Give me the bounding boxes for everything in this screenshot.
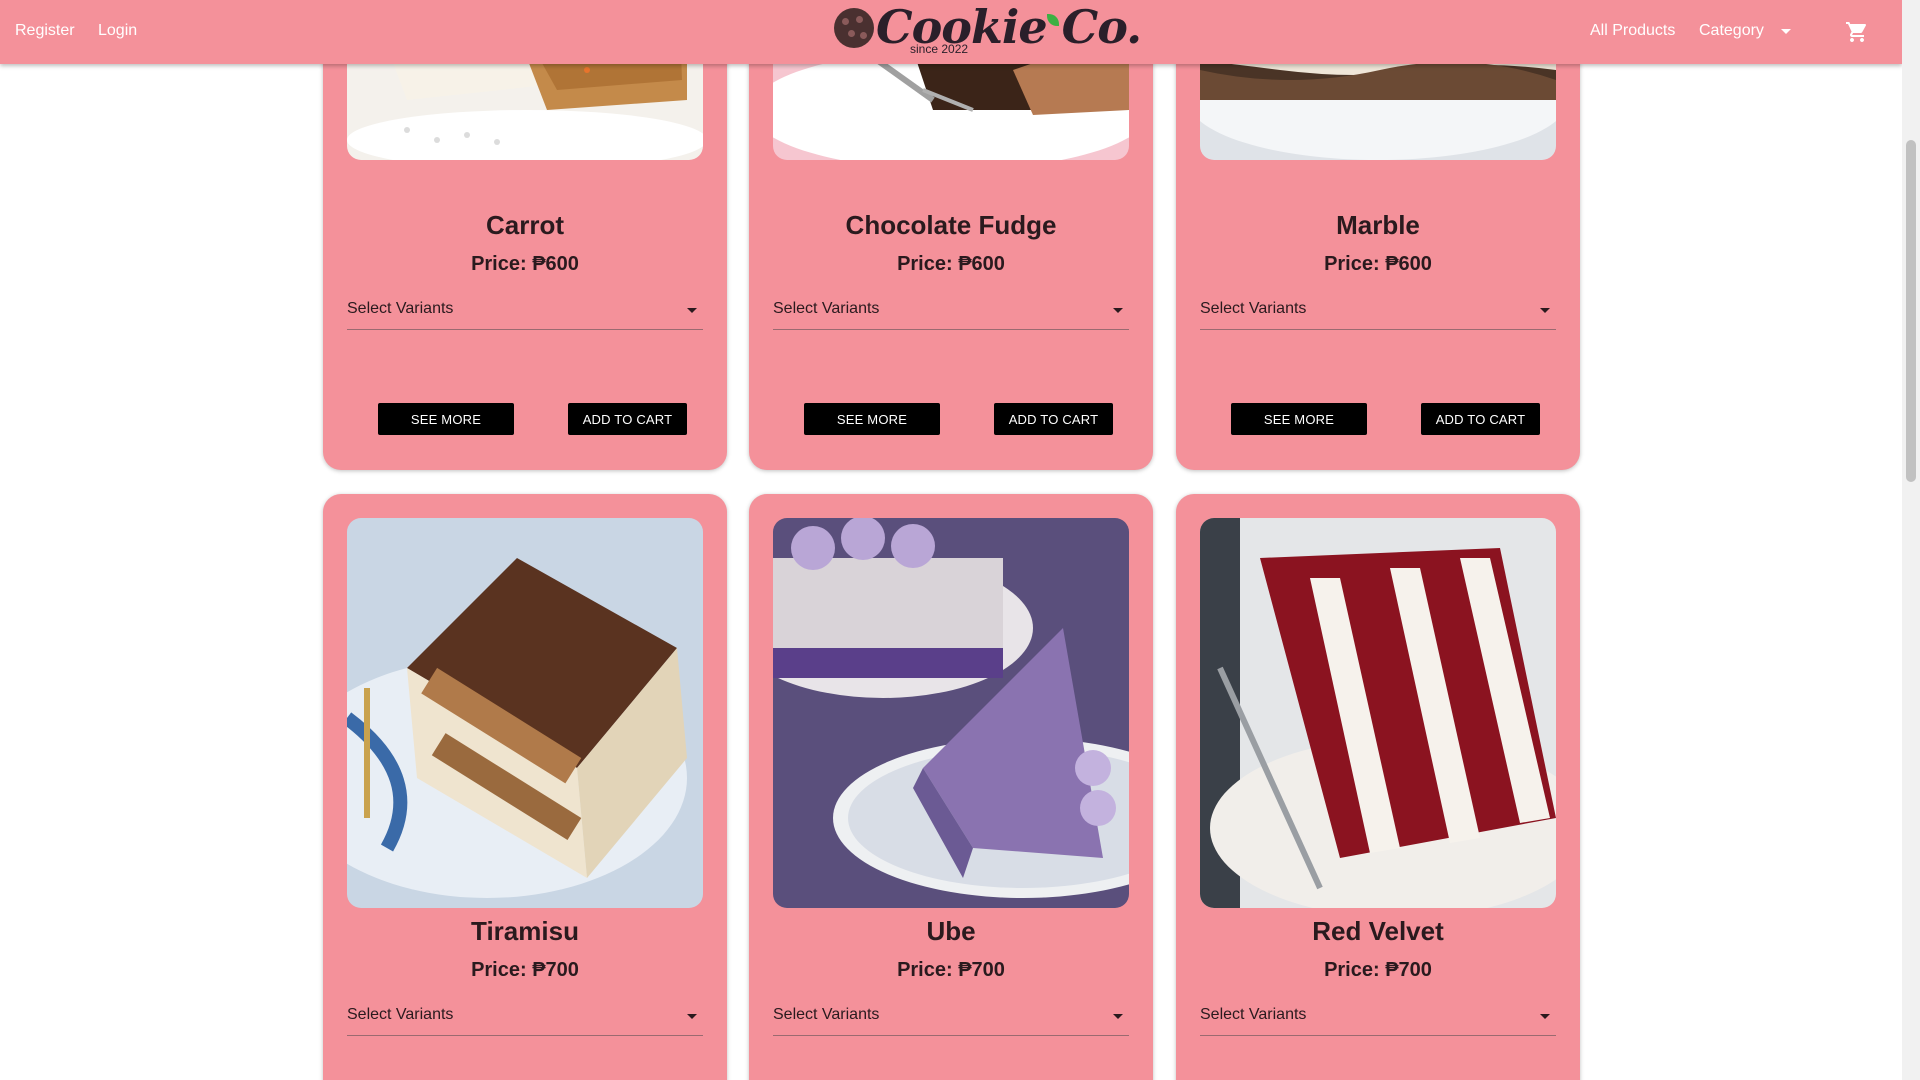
product-card-carrot: Carrot Price: ₱600 Select Variants SEE M… [323, 0, 727, 470]
scrollbar-thumb[interactable] [1906, 140, 1916, 482]
variant-select[interactable]: Select Variants [773, 996, 1129, 1036]
variant-select[interactable]: Select Variants [1200, 996, 1556, 1036]
cookie-icon [834, 8, 874, 48]
register-link[interactable]: Register [15, 22, 75, 40]
chevron-down-icon [687, 1014, 697, 1019]
all-products-link[interactable]: All Products [1590, 22, 1675, 40]
variant-placeholder: Select Variants [347, 300, 454, 317]
top-navbar: Register Login Cookie Co. since 2022 All… [0, 0, 1902, 64]
shopping-cart-icon[interactable] [1844, 20, 1870, 44]
variant-select[interactable]: Select Variants [1200, 290, 1556, 330]
product-price: Price: ₱600 [897, 253, 1005, 275]
variant-placeholder: Select Variants [1200, 1006, 1307, 1023]
product-card-ube: Ube Price: ₱700 Select Variants [749, 494, 1153, 1080]
see-more-button[interactable]: SEE MORE [804, 403, 940, 435]
variant-select[interactable]: Select Variants [347, 996, 703, 1036]
add-to-cart-button[interactable]: ADD TO CART [1421, 403, 1540, 435]
variant-placeholder: Select Variants [1200, 300, 1307, 317]
product-name: Ube [926, 916, 976, 946]
chevron-down-icon [1113, 1014, 1123, 1019]
product-card-red-velvet: Red Velvet Price: ₱700 Select Variants [1176, 494, 1580, 1080]
variant-select[interactable]: Select Variants [773, 290, 1129, 330]
brand-tagline: since 2022 [910, 42, 969, 56]
product-name: Tiramisu [471, 916, 579, 946]
product-image-ube[interactable] [773, 518, 1129, 908]
product-price: Price: ₱700 [897, 959, 1005, 981]
see-more-button[interactable]: SEE MORE [378, 403, 514, 435]
product-name: Red Velvet [1312, 916, 1444, 946]
chevron-down-icon [687, 308, 697, 313]
product-price: Price: ₱700 [1324, 959, 1432, 981]
see-more-button[interactable]: SEE MORE [1231, 403, 1367, 435]
login-link[interactable]: Login [98, 22, 137, 40]
product-name: Chocolate Fudge [845, 210, 1057, 240]
product-card-marble: Marble Price: ₱600 Select Variants SEE M… [1176, 0, 1580, 470]
product-card-chocolate-fudge: Chocolate Fudge Price: ₱600 Select Varia… [749, 0, 1153, 470]
chevron-down-icon [1540, 308, 1550, 313]
product-price: Price: ₱700 [471, 959, 579, 981]
chevron-down-icon [1781, 29, 1791, 34]
add-to-cart-button[interactable]: ADD TO CART [568, 403, 687, 435]
chevron-down-icon [1540, 1014, 1550, 1019]
product-name: Marble [1336, 210, 1420, 240]
product-image-tiramisu[interactable] [347, 518, 703, 908]
category-label: Category [1699, 22, 1764, 39]
variant-placeholder: Select Variants [773, 300, 880, 317]
product-card-tiramisu: Tiramisu Price: ₱700 Select Variants [323, 494, 727, 1080]
add-to-cart-button[interactable]: ADD TO CART [994, 403, 1113, 435]
variant-select[interactable]: Select Variants [347, 290, 703, 330]
product-image-red-velvet[interactable] [1200, 518, 1556, 908]
variant-placeholder: Select Variants [347, 1006, 454, 1023]
page-viewport: Register Login Cookie Co. since 2022 All… [0, 0, 1902, 1080]
product-name: Carrot [485, 210, 564, 240]
chevron-down-icon [1113, 308, 1123, 313]
product-price: Price: ₱600 [1324, 253, 1432, 275]
variant-placeholder: Select Variants [773, 1006, 880, 1023]
brand-logo[interactable]: Cookie Co. since 2022 [834, 0, 1142, 58]
product-price: Price: ₱600 [471, 253, 579, 275]
vertical-scrollbar[interactable] [1902, 0, 1920, 1080]
